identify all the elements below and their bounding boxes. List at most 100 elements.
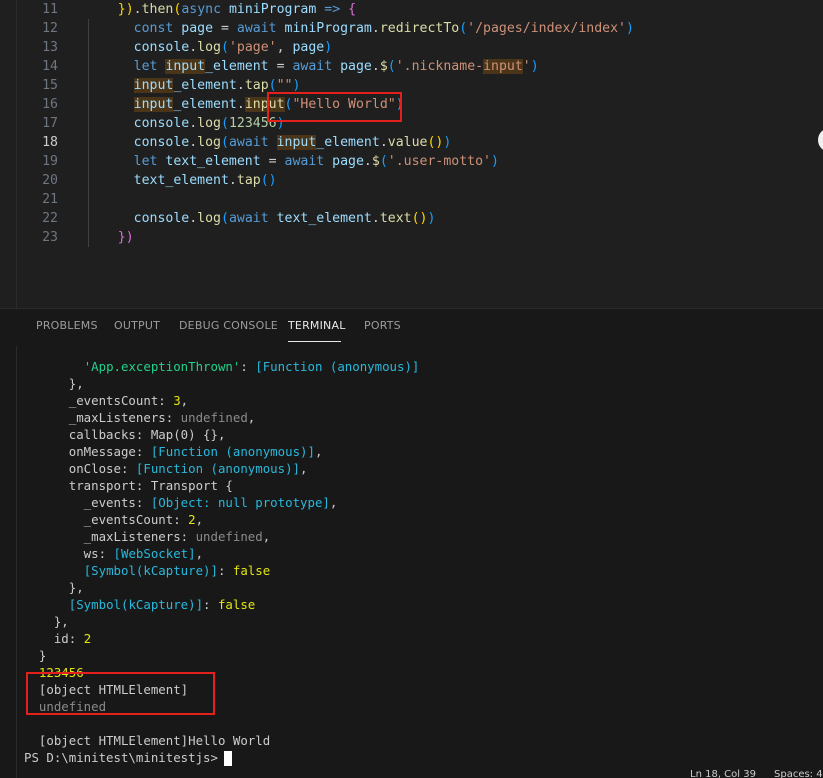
- tab-output[interactable]: OUTPUT: [114, 319, 160, 332]
- code-text: const page = await miniProgram.redirectT…: [86, 19, 634, 38]
- code-token: page: [340, 59, 372, 74]
- code-token: "": [276, 78, 293, 93]
- code-token: (: [268, 78, 277, 93]
- line-number: 13: [42, 40, 58, 55]
- terminal-token: [object HTMLElement]Hello World: [24, 733, 271, 748]
- code-text: }): [86, 228, 134, 247]
- terminal-token: [Symbol(kCapture)]: [68, 597, 204, 612]
- terminal-token: undefined: [180, 410, 248, 425]
- terminal-token: }: [24, 648, 47, 663]
- code-token: console: [133, 40, 190, 55]
- code-line[interactable]: 11 }).then(async miniProgram => {: [0, 0, 823, 19]
- code-token: console: [133, 211, 190, 226]
- terminal-line: [Symbol(kCapture)]: false: [24, 596, 256, 613]
- code-line[interactable]: 23 }): [0, 228, 823, 247]
- code-token: log: [197, 135, 221, 150]
- terminal-line: onClose: [Function (anonymous)],: [24, 460, 308, 477]
- line-number: 11: [42, 2, 58, 17]
- code-token: await: [292, 59, 341, 74]
- tab-debug-console[interactable]: DEBUG CONSOLE: [179, 319, 278, 332]
- code-token: =: [268, 59, 293, 74]
- code-token: text_element: [165, 154, 261, 169]
- code-token: await: [236, 21, 285, 36]
- code-token: {: [348, 2, 357, 17]
- code-line[interactable]: 16 input_element.input("Hello World"): [0, 95, 823, 114]
- code-token: tap: [244, 78, 269, 93]
- code-line[interactable]: 12 const page = await miniProgram.redire…: [0, 19, 823, 38]
- code-token: page: [332, 154, 364, 169]
- code-token: .: [189, 211, 198, 226]
- code-editor[interactable]: 11 }).then(async miniProgram => {12 cons…: [0, 0, 823, 308]
- status-bar: Ln 18, Col 39 Spaces: 4: [680, 768, 823, 778]
- cursor-position[interactable]: Ln 18, Col 39: [690, 770, 756, 778]
- terminal-token: transport: Transport {: [24, 478, 233, 493]
- panel-tab-bar: PROBLEMS OUTPUT DEBUG CONSOLE TERMINAL PORTS: [0, 309, 823, 347]
- code-line[interactable]: 17 console.log(123456): [0, 114, 823, 133]
- terminal-line: _maxListeners: undefined,: [24, 528, 271, 545]
- code-token: .: [236, 78, 245, 93]
- terminal-line: _eventsCount: 3,: [24, 392, 188, 409]
- code-token: $: [379, 59, 388, 74]
- code-token: ): [443, 135, 452, 150]
- tab-ports[interactable]: PORTS: [364, 319, 401, 332]
- line-number: 12: [42, 21, 58, 36]
- code-token: .: [133, 2, 142, 17]
- tab-problems[interactable]: PROBLEMS: [36, 319, 98, 332]
- code-token: '.nickname-: [395, 59, 484, 74]
- terminal-token: ,: [329, 495, 338, 510]
- code-text: console.log(await text_element.text()): [86, 209, 436, 228]
- code-token: redirectTo: [379, 21, 460, 36]
- code-line[interactable]: 15 input_element.tap(""): [0, 76, 823, 95]
- line-number: 20: [42, 173, 58, 188]
- terminal-line: ws: [WebSocket],: [24, 545, 203, 562]
- terminal-token: ,: [195, 512, 204, 527]
- indent-guide: [88, 190, 89, 209]
- code-token: text: [379, 211, 412, 226]
- code-token: $: [371, 154, 380, 169]
- code-token: (): [427, 135, 444, 150]
- terminal-line: 'App.exceptionThrown': [Function (anonym…: [24, 358, 420, 375]
- code-line[interactable]: 14 let input_element = await page.$('.ni…: [0, 57, 823, 76]
- terminal-token: :: [217, 563, 233, 578]
- code-line[interactable]: 13 console.log('page', page): [0, 38, 823, 57]
- terminal-token: [Function (anonymous)]: [255, 359, 420, 374]
- code-token: (: [221, 135, 229, 150]
- terminal-line: onMessage: [Function (anonymous)],: [24, 443, 323, 460]
- code-token: .: [371, 59, 380, 74]
- code-text: console.log('page', page): [86, 38, 333, 57]
- terminal-token: _eventsCount:: [24, 393, 174, 408]
- terminal-token: :: [203, 597, 218, 612]
- code-line[interactable]: 19 let text_element = await page.$('.use…: [0, 152, 823, 171]
- terminal-line: callbacks: Map(0) {},: [24, 426, 226, 443]
- code-token: ): [625, 21, 634, 36]
- code-token: _element: [316, 135, 380, 150]
- terminal-token: },: [24, 580, 84, 595]
- code-token: await: [228, 135, 277, 150]
- line-number: 18: [42, 135, 58, 150]
- code-token: miniProgram: [284, 21, 372, 36]
- terminal-token: PS D:\minitest\minitestjs>: [24, 750, 226, 765]
- code-line[interactable]: 21: [0, 190, 823, 209]
- code-line[interactable]: 22 console.log(await text_element.text()…: [0, 209, 823, 228]
- code-token: (): [260, 173, 277, 188]
- code-text: let text_element = await page.$('.user-m…: [86, 152, 499, 171]
- code-token: page: [181, 21, 214, 36]
- tab-terminal[interactable]: TERMINAL: [288, 319, 346, 332]
- terminal-line: transport: Transport {: [24, 477, 233, 494]
- indentation-setting[interactable]: Spaces: 4: [774, 770, 823, 778]
- code-token: log: [197, 40, 221, 55]
- terminal-line: PS D:\minitest\minitestjs>: [24, 749, 225, 766]
- code-token: _element: [173, 78, 237, 93]
- code-line[interactable]: 20 text_element.tap(): [0, 171, 823, 190]
- code-token: }): [117, 230, 134, 245]
- code-token: (: [221, 116, 229, 131]
- terminal-token: [Function (anonymous)]: [150, 444, 315, 459]
- code-line[interactable]: 18 console.log(await input_element.value…: [0, 133, 823, 152]
- terminal-token: callbacks: Map(0) {},: [24, 427, 226, 442]
- code-token: miniProgram: [228, 2, 317, 17]
